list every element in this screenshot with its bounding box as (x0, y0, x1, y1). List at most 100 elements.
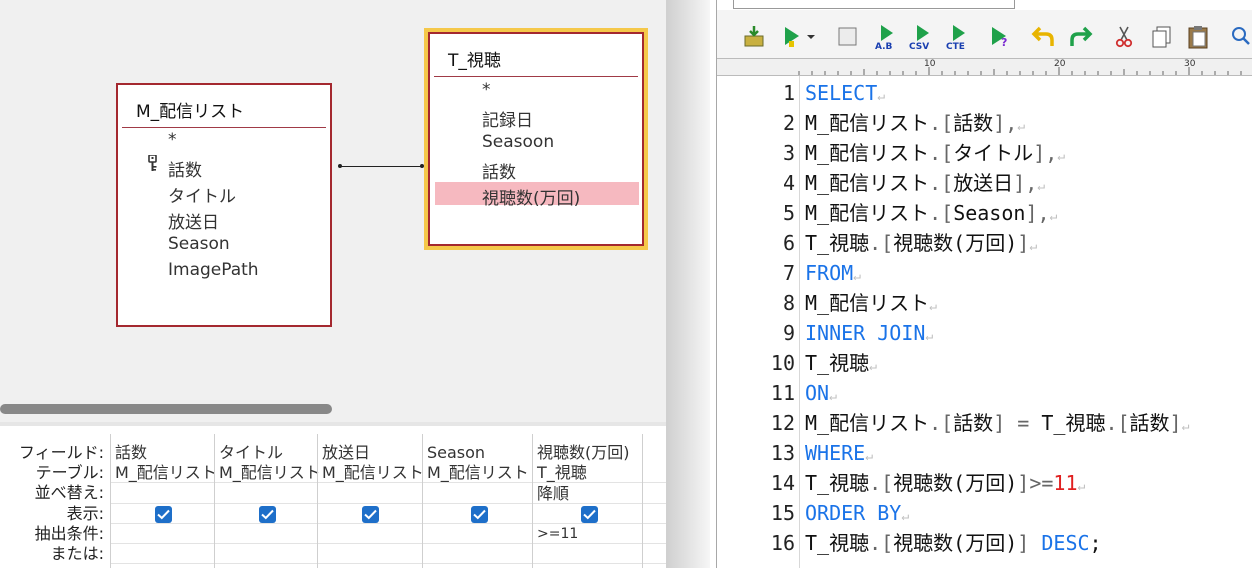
gutter-divider (799, 76, 800, 568)
grid-sort[interactable]: 降順 (537, 484, 569, 503)
field-star[interactable]: * (482, 80, 491, 100)
field-title[interactable]: タイトル (168, 182, 236, 207)
code-line[interactable]: ON↵ (805, 378, 837, 412)
code-line[interactable]: T_視聴.[視聴数(万回)]>=11↵ (805, 468, 1085, 502)
show-checkbox[interactable] (581, 506, 598, 523)
stop-icon[interactable] (835, 24, 861, 50)
grid-field[interactable]: 視聴数(万回) (537, 443, 630, 462)
grid-table[interactable]: M_配信リスト (219, 463, 321, 482)
sql-punctuation: .[ (929, 141, 954, 165)
show-checkbox[interactable] (155, 506, 172, 523)
search-icon[interactable] (1229, 24, 1252, 50)
grid-field[interactable]: タイトル (219, 443, 283, 462)
grid-table[interactable]: M_配信リスト (322, 463, 424, 482)
grid-column-4[interactable]: Season M_配信リスト (422, 434, 532, 568)
table-pane[interactable]: M_配信リスト * 話数 タイトル 放送日 Season ImagePath T… (0, 0, 666, 396)
code-line[interactable]: FROM↵ (805, 258, 861, 292)
grid-column-empty[interactable] (642, 434, 666, 568)
show-checkbox[interactable] (362, 506, 379, 523)
paste-icon[interactable] (1185, 24, 1211, 50)
grid-field[interactable]: 放送日 (322, 443, 370, 462)
cte-icon[interactable]: CTE (945, 24, 971, 52)
sql-identifier: M_配信リスト (805, 111, 930, 135)
line-break-mark: ↵ (869, 359, 877, 374)
table-m-haishin-list[interactable]: M_配信リスト * 話数 タイトル 放送日 Season ImagePath (116, 83, 332, 327)
table-title: T_視聴 (448, 51, 501, 71)
sql-punctuation: .[ (869, 531, 894, 555)
code-line[interactable]: T_視聴.[視聴数(万回)]↵ (805, 228, 1037, 262)
grid-table[interactable]: T_視聴 (537, 463, 587, 482)
redo-icon[interactable] (1067, 24, 1093, 50)
code-line[interactable]: T_視聴.[視聴数(万回)] DESC; (805, 528, 1102, 558)
field-housoubi[interactable]: 放送日 (168, 208, 219, 233)
sql-punctuation: ] (1169, 411, 1182, 435)
join-line[interactable] (338, 164, 424, 168)
query-grid: フィールド: テーブル: 並べ替え: 表示: 抽出条件: または: 話数 M_配… (0, 426, 666, 568)
field-kirokubi[interactable]: 記録日 (482, 106, 533, 131)
code-line[interactable]: M_配信リスト.[話数],↵ (805, 108, 1025, 142)
field-imagepath[interactable]: ImagePath (168, 260, 259, 280)
show-checkbox[interactable] (259, 506, 276, 523)
sql-identifier: M_配信リスト (805, 171, 930, 195)
grid-field[interactable]: 話数 (115, 443, 147, 462)
sql-identifier: タイトル (953, 141, 1034, 165)
sql-punctuation: .[ (929, 201, 954, 225)
code-line[interactable]: ORDER BY↵ (805, 498, 909, 532)
line-break-mark: ↵ (1077, 479, 1086, 494)
row-label-sort: 並べ替え: (34, 483, 104, 502)
code-line[interactable]: M_配信リスト.[話数] = T_視聴.[話数]↵ (805, 408, 1189, 442)
field-wasu[interactable]: 話数 (168, 156, 202, 181)
run-icon[interactable] (779, 24, 805, 50)
line-number: 8 (782, 291, 795, 315)
code-line[interactable]: M_配信リスト↵ (805, 288, 937, 322)
line-number: 9 (782, 321, 795, 345)
cut-icon[interactable] (1111, 24, 1137, 50)
sql-punctuation: ]>= (1017, 471, 1054, 495)
grid-field[interactable]: Season (427, 443, 485, 462)
code-line[interactable]: M_配信リスト.[Season],↵ (805, 198, 1057, 232)
line-number: 2 (782, 111, 795, 135)
sql-identifier: 視聴数(万回) (893, 471, 1018, 495)
show-checkbox[interactable] (471, 506, 488, 523)
file-path-bar[interactable] (733, 0, 1015, 9)
code-line[interactable]: T_視聴↵ (805, 348, 877, 382)
field-season[interactable]: Season (168, 234, 230, 254)
grid-column-5[interactable]: 視聴数(万回) T_視聴 降順 >=11 (532, 434, 642, 568)
line-break-mark: ↵ (925, 329, 934, 344)
sql-identifier: ; (1089, 531, 1102, 555)
table-t-shichou[interactable]: T_視聴 * 記録日 Seasoon 話数 視聴数(万回) (424, 28, 648, 250)
export-csv-icon[interactable]: CSV (909, 24, 935, 52)
code-line[interactable]: SELECT↵ (805, 78, 885, 112)
field-wasu[interactable]: 話数 (482, 158, 516, 183)
line-break-mark: ↵ (853, 269, 861, 284)
sql-punctuation: .[ (869, 471, 894, 495)
sql-punctuation: ], (993, 111, 1018, 135)
grid-criteria[interactable]: >=11 (537, 525, 578, 544)
copy-icon[interactable] (1149, 24, 1175, 50)
grid-column-1[interactable]: 話数 M_配信リスト (110, 434, 217, 568)
line-number: 15 (770, 501, 795, 525)
sql-identifier: T_視聴 (805, 471, 870, 495)
grid-column-3[interactable]: 放送日 M_配信リスト (317, 434, 424, 568)
run-to-ab-icon[interactable]: A.B (873, 24, 899, 52)
code-line[interactable]: INNER JOIN↵ (805, 318, 933, 352)
field-seasoon[interactable]: Seasoon (482, 132, 554, 152)
undo-icon[interactable] (1031, 24, 1057, 50)
horizontal-scrollbar[interactable] (0, 396, 666, 422)
table-title: M_配信リスト (136, 102, 245, 122)
sql-punctuation: ] (1017, 231, 1030, 255)
grid-table[interactable]: M_配信リスト (427, 463, 529, 482)
field-shichousu[interactable]: 視聴数(万回) (482, 184, 580, 209)
run-help-icon[interactable]: ? (987, 24, 1013, 50)
code-line[interactable]: M_配信リスト.[タイトル],↵ (805, 138, 1065, 172)
sql-identifier: M_配信リスト (805, 291, 930, 315)
scrollbar-thumb[interactable] (0, 404, 332, 414)
code-line[interactable]: WHERE↵ (805, 438, 873, 472)
line-number: 11 (770, 381, 795, 405)
code-line[interactable]: M_配信リスト.[放送日],↵ (805, 168, 1045, 202)
chevron-down-icon[interactable] (805, 24, 817, 50)
grid-column-2[interactable]: タイトル M_配信リスト (214, 434, 321, 568)
field-star[interactable]: * (168, 130, 177, 150)
grid-table[interactable]: M_配信リスト (115, 463, 217, 482)
open-query-icon[interactable] (741, 24, 767, 50)
